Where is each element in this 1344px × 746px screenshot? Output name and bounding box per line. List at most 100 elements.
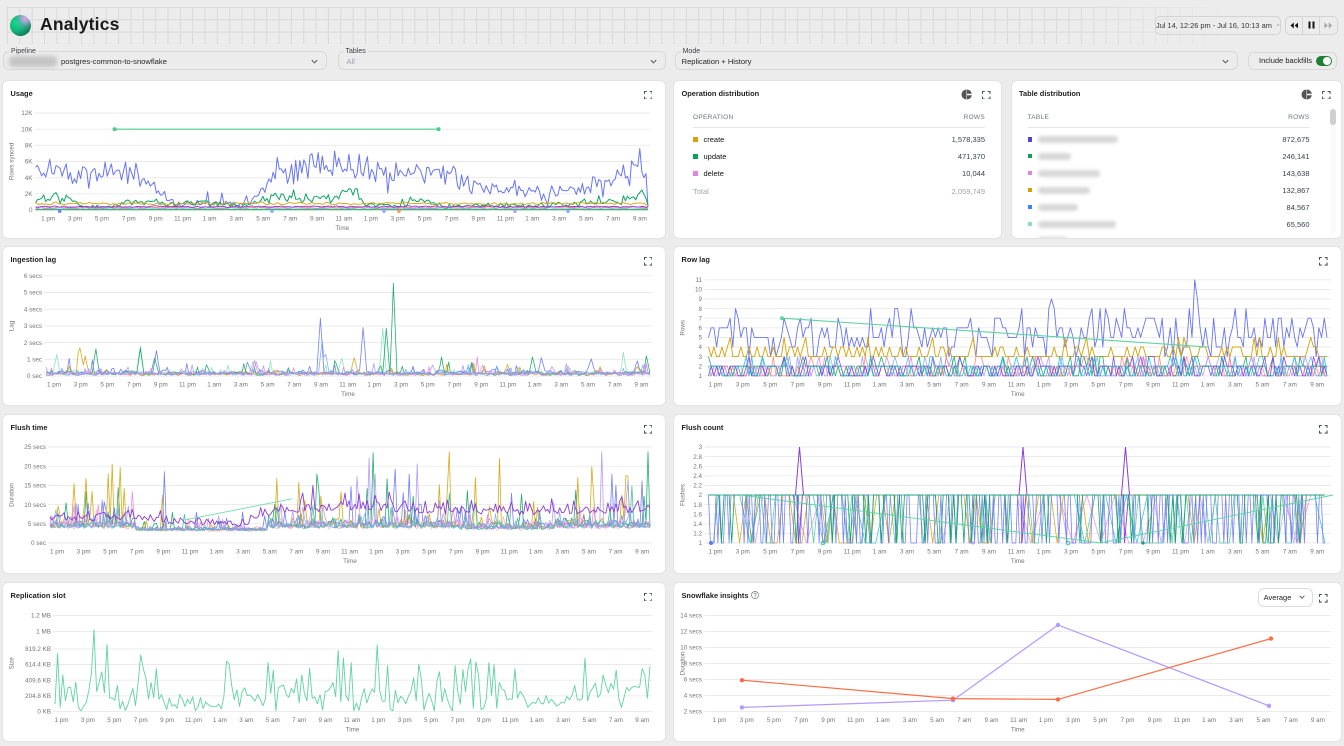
svg-text:11 am: 11 am	[335, 215, 352, 222]
svg-text:5 am: 5 am	[263, 549, 277, 556]
svg-text:11 am: 11 am	[1008, 549, 1025, 556]
svg-text:Duration: Duration	[680, 651, 687, 675]
svg-text:3 am: 3 am	[900, 381, 914, 388]
svg-text:Size: Size	[9, 656, 16, 669]
svg-text:11 am: 11 am	[343, 716, 360, 723]
svg-text:7 pm: 7 pm	[451, 716, 465, 723]
svg-text:7 am: 7 am	[1284, 716, 1298, 723]
svg-text:11: 11	[695, 277, 702, 284]
svg-text:Rows synced: Rows synced	[9, 142, 16, 180]
svg-text:7 am: 7 am	[1283, 381, 1297, 388]
svg-text:1.8: 1.8	[693, 502, 702, 509]
svg-text:1 pm: 1 pm	[371, 716, 385, 723]
svg-text:6 secs: 6 secs	[24, 273, 42, 280]
svg-text:1 pm: 1 pm	[41, 215, 55, 222]
svg-text:3 am: 3 am	[1229, 716, 1243, 723]
svg-text:7 pm: 7 pm	[134, 716, 148, 723]
svg-text:0 sec: 0 sec	[27, 373, 42, 380]
svg-text:3 am: 3 am	[900, 549, 914, 556]
svg-text:7 am: 7 am	[287, 382, 301, 389]
svg-text:11 pm: 11 pm	[844, 381, 861, 388]
svg-text:7 pm: 7 pm	[122, 215, 136, 222]
svg-text:11 pm: 11 pm	[847, 716, 864, 723]
svg-text:7 pm: 7 pm	[130, 549, 144, 556]
svg-text:614.4 KB: 614.4 KB	[25, 661, 51, 668]
svg-text:7 am: 7 am	[957, 716, 971, 723]
svg-text:9 am: 9 am	[1310, 549, 1324, 556]
svg-text:204.8 KB: 204.8 KB	[25, 693, 51, 700]
svg-text:1.2: 1.2	[693, 531, 702, 538]
svg-text:3 pm: 3 pm	[394, 382, 408, 389]
svg-text:9 am: 9 am	[982, 549, 996, 556]
svg-text:1 am: 1 am	[1201, 381, 1215, 388]
svg-text:7 pm: 7 pm	[448, 382, 462, 389]
svg-text:0 sec: 0 sec	[31, 540, 46, 547]
svg-text:5 am: 5 am	[1256, 381, 1270, 388]
svg-text:1.4: 1.4	[693, 521, 702, 528]
svg-text:6: 6	[699, 325, 703, 332]
svg-text:5 am: 5 am	[927, 381, 941, 388]
svg-text:9 am: 9 am	[982, 381, 996, 388]
svg-text:Time: Time	[343, 558, 357, 565]
svg-text:3 pm: 3 pm	[391, 215, 405, 222]
svg-text:1 pm: 1 pm	[369, 549, 383, 556]
svg-text:2 secs: 2 secs	[684, 708, 702, 715]
svg-text:1 MB: 1 MB	[36, 628, 51, 635]
svg-text:3: 3	[699, 354, 703, 361]
svg-text:6 secs: 6 secs	[684, 676, 702, 683]
svg-text:7: 7	[699, 316, 703, 323]
svg-text:11 pm: 11 pm	[501, 549, 518, 556]
svg-text:7 am: 7 am	[289, 549, 303, 556]
svg-text:9 am: 9 am	[310, 215, 324, 222]
svg-text:20 secs: 20 secs	[24, 463, 46, 470]
svg-text:9: 9	[699, 296, 703, 303]
svg-text:12K: 12K	[21, 110, 33, 117]
svg-text:1.2 MB: 1.2 MB	[31, 612, 51, 619]
svg-text:5 am: 5 am	[582, 549, 596, 556]
svg-text:11 pm: 11 pm	[844, 549, 861, 556]
svg-text:9 pm: 9 pm	[1148, 716, 1162, 723]
svg-text:4 secs: 4 secs	[24, 307, 42, 314]
svg-text:11 am: 11 am	[1010, 716, 1027, 723]
svg-text:7 am: 7 am	[609, 549, 623, 556]
svg-text:9 pm: 9 pm	[476, 549, 490, 556]
svg-text:Time: Time	[1011, 558, 1025, 565]
svg-text:5 pm: 5 pm	[763, 549, 777, 556]
svg-text:11 am: 11 am	[341, 549, 358, 556]
svg-text:5 pm: 5 pm	[1091, 381, 1105, 388]
svg-text:5 pm: 5 pm	[107, 716, 121, 723]
svg-text:5 am: 5 am	[927, 549, 941, 556]
svg-text:25 secs: 25 secs	[24, 444, 46, 451]
svg-text:11 pm: 11 pm	[179, 382, 196, 389]
svg-text:3 secs: 3 secs	[24, 323, 42, 330]
svg-text:Time: Time	[346, 726, 360, 733]
svg-text:3 pm: 3 pm	[736, 381, 750, 388]
svg-text:7 pm: 7 pm	[1119, 549, 1133, 556]
svg-text:7 pm: 7 pm	[794, 716, 808, 723]
svg-text:7 am: 7 am	[1283, 549, 1297, 556]
svg-text:7 am: 7 am	[955, 549, 969, 556]
svg-text:5 pm: 5 pm	[418, 215, 432, 222]
svg-text:5 pm: 5 pm	[100, 382, 114, 389]
svg-text:5 secs: 5 secs	[28, 521, 46, 528]
svg-text:0 KB: 0 KB	[37, 708, 51, 715]
svg-text:10 secs: 10 secs	[680, 644, 702, 651]
svg-text:1 pm: 1 pm	[50, 549, 64, 556]
svg-text:9 pm: 9 pm	[818, 549, 832, 556]
svg-text:3 pm: 3 pm	[396, 549, 410, 556]
svg-text:4K: 4K	[25, 174, 33, 181]
svg-text:5 am: 5 am	[266, 716, 280, 723]
svg-text:Flushes: Flushes	[680, 484, 687, 506]
svg-text:1 pm: 1 pm	[709, 381, 723, 388]
svg-text:9 pm: 9 pm	[472, 215, 486, 222]
svg-text:9 am: 9 am	[633, 215, 647, 222]
svg-text:5 pm: 5 pm	[763, 381, 777, 388]
svg-text:3 am: 3 am	[234, 382, 248, 389]
svg-text:3 am: 3 am	[229, 215, 243, 222]
svg-text:1 am: 1 am	[528, 382, 542, 389]
svg-text:Lag: Lag	[9, 320, 16, 331]
svg-text:1 am: 1 am	[529, 549, 543, 556]
svg-text:1 am: 1 am	[207, 382, 221, 389]
svg-text:5 secs: 5 secs	[24, 290, 42, 297]
svg-text:2.6: 2.6	[693, 463, 702, 470]
